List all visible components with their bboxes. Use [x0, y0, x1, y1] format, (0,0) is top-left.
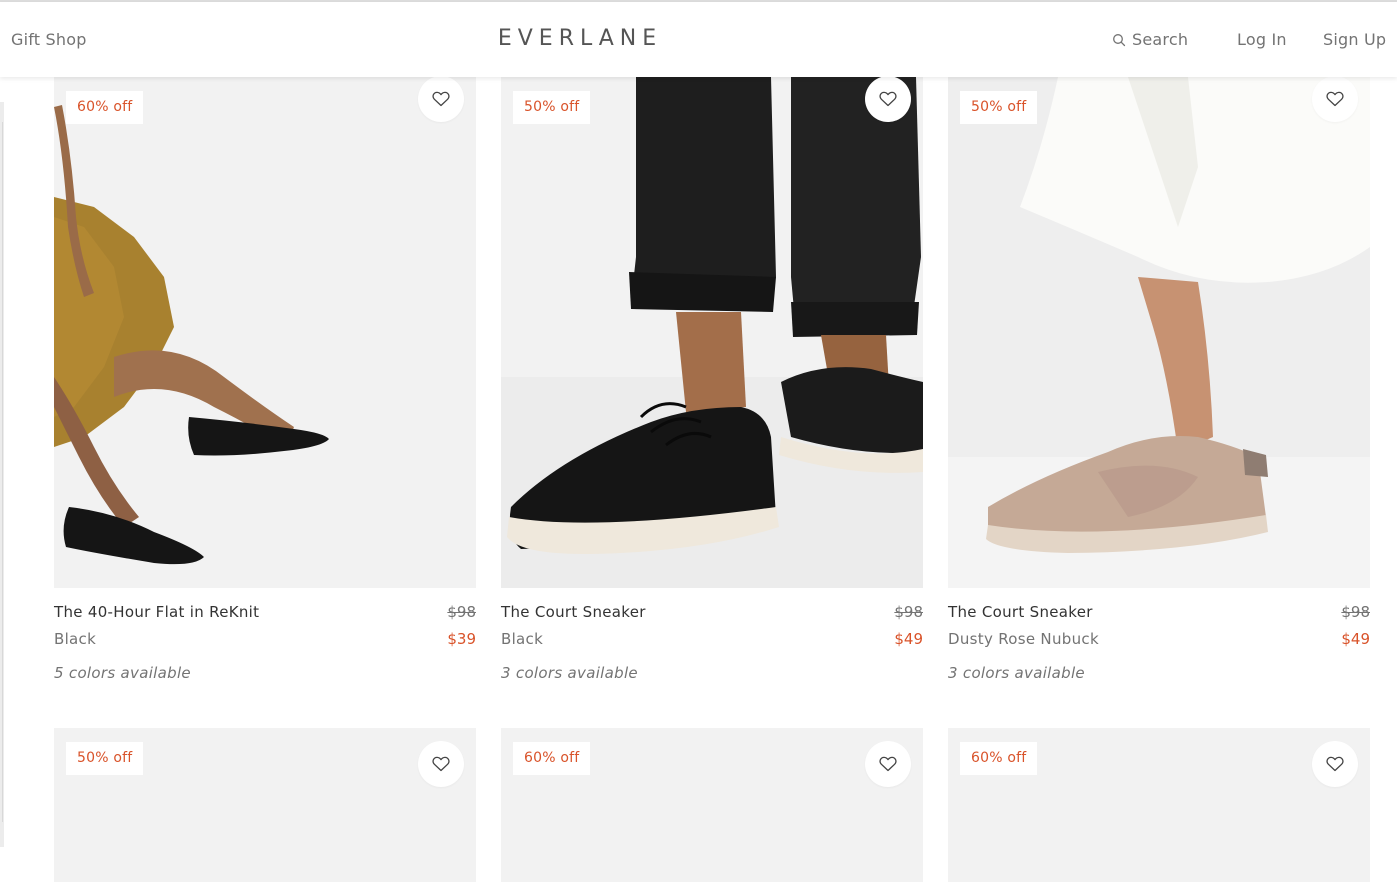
- log-in-link[interactable]: Log In: [1237, 30, 1287, 49]
- wishlist-button[interactable]: [1312, 741, 1358, 787]
- wishlist-button[interactable]: [418, 741, 464, 787]
- discount-badge: 50% off: [513, 91, 591, 124]
- black-sneaker-photo: [501, 77, 923, 588]
- search-label: Search: [1132, 30, 1189, 49]
- product-name[interactable]: The Court Sneaker: [948, 603, 1093, 621]
- logo-text[interactable]: EVERLANE: [498, 26, 662, 51]
- product-image[interactable]: 50% off: [948, 77, 1370, 588]
- heart-icon: [1326, 756, 1344, 772]
- product-color: Black: [501, 630, 544, 648]
- discount-badge: 60% off: [513, 742, 591, 775]
- wishlist-button[interactable]: [418, 77, 464, 122]
- product-name[interactable]: The 40-Hour Flat in ReKnit: [54, 603, 259, 621]
- wishlist-button[interactable]: [1312, 77, 1358, 122]
- discount-badge: 60% off: [66, 91, 144, 124]
- colors-available[interactable]: 3 colors available: [501, 664, 638, 682]
- search-button[interactable]: Search: [1112, 30, 1188, 49]
- heart-icon: [879, 756, 897, 772]
- heart-icon: [879, 91, 897, 107]
- sign-up-link[interactable]: Sign Up: [1323, 30, 1386, 49]
- left-divider: [2, 122, 3, 822]
- product-image[interactable]: 50% off: [54, 728, 476, 882]
- everlane-logo[interactable]: EVERLANE: [0, 26, 1160, 51]
- colors-available[interactable]: 5 colors available: [54, 664, 191, 682]
- original-price: $98: [1341, 603, 1370, 621]
- product-image[interactable]: 60% off: [948, 728, 1370, 882]
- rose-sneaker-photo: [948, 77, 1370, 588]
- flat-shoe-photo: [54, 77, 476, 588]
- product-name[interactable]: The Court Sneaker: [501, 603, 646, 621]
- sale-price: $49: [894, 630, 923, 648]
- search-icon: [1113, 33, 1126, 46]
- heart-icon: [432, 756, 450, 772]
- product-image[interactable]: 60% off: [54, 77, 476, 588]
- discount-badge: 50% off: [960, 91, 1038, 124]
- sale-price: $39: [447, 630, 476, 648]
- sale-price: $49: [1341, 630, 1370, 648]
- product-color: Black: [54, 630, 97, 648]
- wishlist-button[interactable]: [865, 741, 911, 787]
- discount-badge: 60% off: [960, 742, 1038, 775]
- heart-icon: [1326, 91, 1344, 107]
- discount-badge: 50% off: [66, 742, 144, 775]
- heart-icon: [432, 91, 450, 107]
- wishlist-button[interactable]: [865, 77, 911, 122]
- product-image[interactable]: 50% off: [501, 77, 923, 588]
- site-header: Gift Shop EVERLANE Search Log In Sign Up: [0, 2, 1397, 77]
- original-price: $98: [894, 603, 923, 621]
- product-color: Dusty Rose Nubuck: [948, 630, 1099, 648]
- product-image[interactable]: 60% off: [501, 728, 923, 882]
- original-price: $98: [447, 603, 476, 621]
- colors-available[interactable]: 3 colors available: [948, 664, 1085, 682]
